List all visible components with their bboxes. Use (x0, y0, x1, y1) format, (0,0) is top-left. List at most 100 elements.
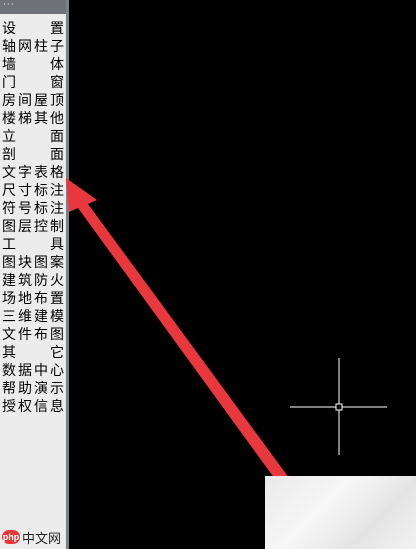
menu-item-char: 演 (34, 381, 48, 397)
menu-item-char: 面 (50, 147, 64, 163)
menu-item-char: 置 (50, 291, 64, 307)
menu-item[interactable]: 门窗 (2, 74, 64, 92)
menu-item[interactable]: 文字表格 (2, 164, 64, 182)
menu-item-char: 体 (50, 57, 64, 73)
menu-item[interactable]: 尺寸标注 (2, 182, 64, 200)
menu-item[interactable]: 剖面 (2, 146, 64, 164)
menu-item-char: 格 (50, 165, 64, 181)
menu-item[interactable]: 三维建模 (2, 308, 64, 326)
menu-item-char: 息 (50, 399, 64, 415)
menu-item-char: 防 (34, 273, 48, 289)
menu-item-char: 房 (2, 93, 16, 109)
menu-item[interactable]: 立面 (2, 128, 64, 146)
menu-item[interactable]: 工具 (2, 236, 64, 254)
menu-item[interactable]: 墙体 (2, 56, 64, 74)
menu-item[interactable]: 图层控制 (2, 218, 64, 236)
menu-item-char: 墙 (2, 57, 16, 73)
logo-text: 中文网 (22, 531, 62, 547)
menu-item-char: 火 (50, 273, 64, 289)
menu-item-char: 梯 (18, 111, 32, 127)
menu-item-char: 图 (50, 327, 64, 343)
menu-item-char: 置 (50, 21, 64, 37)
menu-item-char: 块 (18, 255, 32, 271)
menu-item-char: 其 (34, 111, 48, 127)
menu-item-char: 工 (2, 237, 16, 253)
menu-item-char: 心 (50, 363, 64, 379)
menu-item[interactable]: 轴网柱子 (2, 38, 64, 56)
menu-item-char: 设 (2, 21, 16, 37)
menu-item-char: 它 (50, 345, 64, 361)
menu-item-char: 维 (18, 309, 32, 325)
menu-item-char: 楼 (2, 111, 16, 127)
menu-item-char: 表 (34, 165, 48, 181)
menu-item-char: 标 (34, 183, 48, 199)
menu-item-char: 门 (2, 75, 16, 91)
menu-item-char: 号 (18, 201, 32, 217)
menu-item-char: 授 (2, 399, 16, 415)
menu-item-char: 控 (34, 219, 48, 235)
menu-item-char: 字 (18, 165, 32, 181)
menu-item[interactable]: 场地布置 (2, 290, 64, 308)
menu-item-char: 案 (50, 255, 64, 271)
menu-item-char: 屋 (34, 93, 48, 109)
menu-item[interactable]: 房间屋顶 (2, 92, 64, 110)
menu-item-char: 图 (34, 255, 48, 271)
menu-item-char: 据 (18, 363, 32, 379)
menu-item-char: 文 (2, 165, 16, 181)
menu-item-char: 注 (50, 201, 64, 217)
menu-item-char: 中 (34, 363, 48, 379)
menu-item[interactable]: 图块图案 (2, 254, 64, 272)
menu-item-char: 地 (18, 291, 32, 307)
menu-item-char: 子 (50, 39, 64, 55)
menu-item-char: 文 (2, 327, 16, 343)
menu-item-char: 层 (18, 219, 32, 235)
menu-item-char: 权 (18, 399, 32, 415)
menu-item-char: 注 (50, 183, 64, 199)
menu-item-char: 建 (34, 309, 48, 325)
menu-item-char: 图 (2, 219, 16, 235)
menu-item-char: 帮 (2, 381, 16, 397)
menu-item-char: 间 (18, 93, 32, 109)
menu-item[interactable]: 设置 (2, 20, 64, 38)
menu-list: 设置轴网柱子墙体门窗房间屋顶楼梯其他立面剖面文字表格尺寸标注符号标注图层控制工具… (2, 20, 64, 416)
menu-item[interactable]: 数据中心 (2, 362, 64, 380)
menu-item-char: 剖 (2, 147, 16, 163)
menu-item-char: 面 (50, 129, 64, 145)
menu-item-char: 信 (34, 399, 48, 415)
menu-item-char: 制 (50, 219, 64, 235)
menu-item[interactable]: 建筑防火 (2, 272, 64, 290)
menu-item-char: 示 (50, 381, 64, 397)
menu-item-char: 寸 (18, 183, 32, 199)
menu-item-char: 数 (2, 363, 16, 379)
logo-badge: php (2, 530, 20, 544)
menu-item-char: 符 (2, 201, 16, 217)
menu-item-char: 顶 (50, 93, 64, 109)
menu-item-char: 件 (18, 327, 32, 343)
menu-item-char: 具 (50, 237, 64, 253)
menu-item-char: 标 (34, 201, 48, 217)
menu-panel: ··· 设置轴网柱子墙体门窗房间屋顶楼梯其他立面剖面文字表格尺寸标注符号标注图层… (0, 0, 66, 549)
menu-item-char: 窗 (50, 75, 64, 91)
menu-item-char: 其 (2, 345, 16, 361)
menu-item[interactable]: 授权信息 (2, 398, 64, 416)
blurred-watermark-area (265, 476, 416, 549)
menu-item-char: 轴 (2, 39, 16, 55)
menu-item-char: 柱 (34, 39, 48, 55)
menu-item-char: 场 (2, 291, 16, 307)
menu-item-char: 筑 (18, 273, 32, 289)
menu-item-char: 网 (18, 39, 32, 55)
menu-item[interactable]: 符号标注 (2, 200, 64, 218)
menu-item-char: 布 (34, 291, 48, 307)
menu-item[interactable]: 其它 (2, 344, 64, 362)
menu-item[interactable]: 楼梯其他 (2, 110, 64, 128)
menu-item-char: 图 (2, 255, 16, 271)
menu-item-char: 模 (50, 309, 64, 325)
panel-titlebar[interactable]: ··· (0, 0, 66, 14)
menu-item[interactable]: 帮助演示 (2, 380, 64, 398)
menu-item-char: 三 (2, 309, 16, 325)
menu-item-char: 立 (2, 129, 16, 145)
menu-item[interactable]: 文件布图 (2, 326, 64, 344)
menu-item-char: 尺 (2, 183, 16, 199)
drawing-canvas[interactable] (69, 0, 416, 549)
menu-item-char: 布 (34, 327, 48, 343)
